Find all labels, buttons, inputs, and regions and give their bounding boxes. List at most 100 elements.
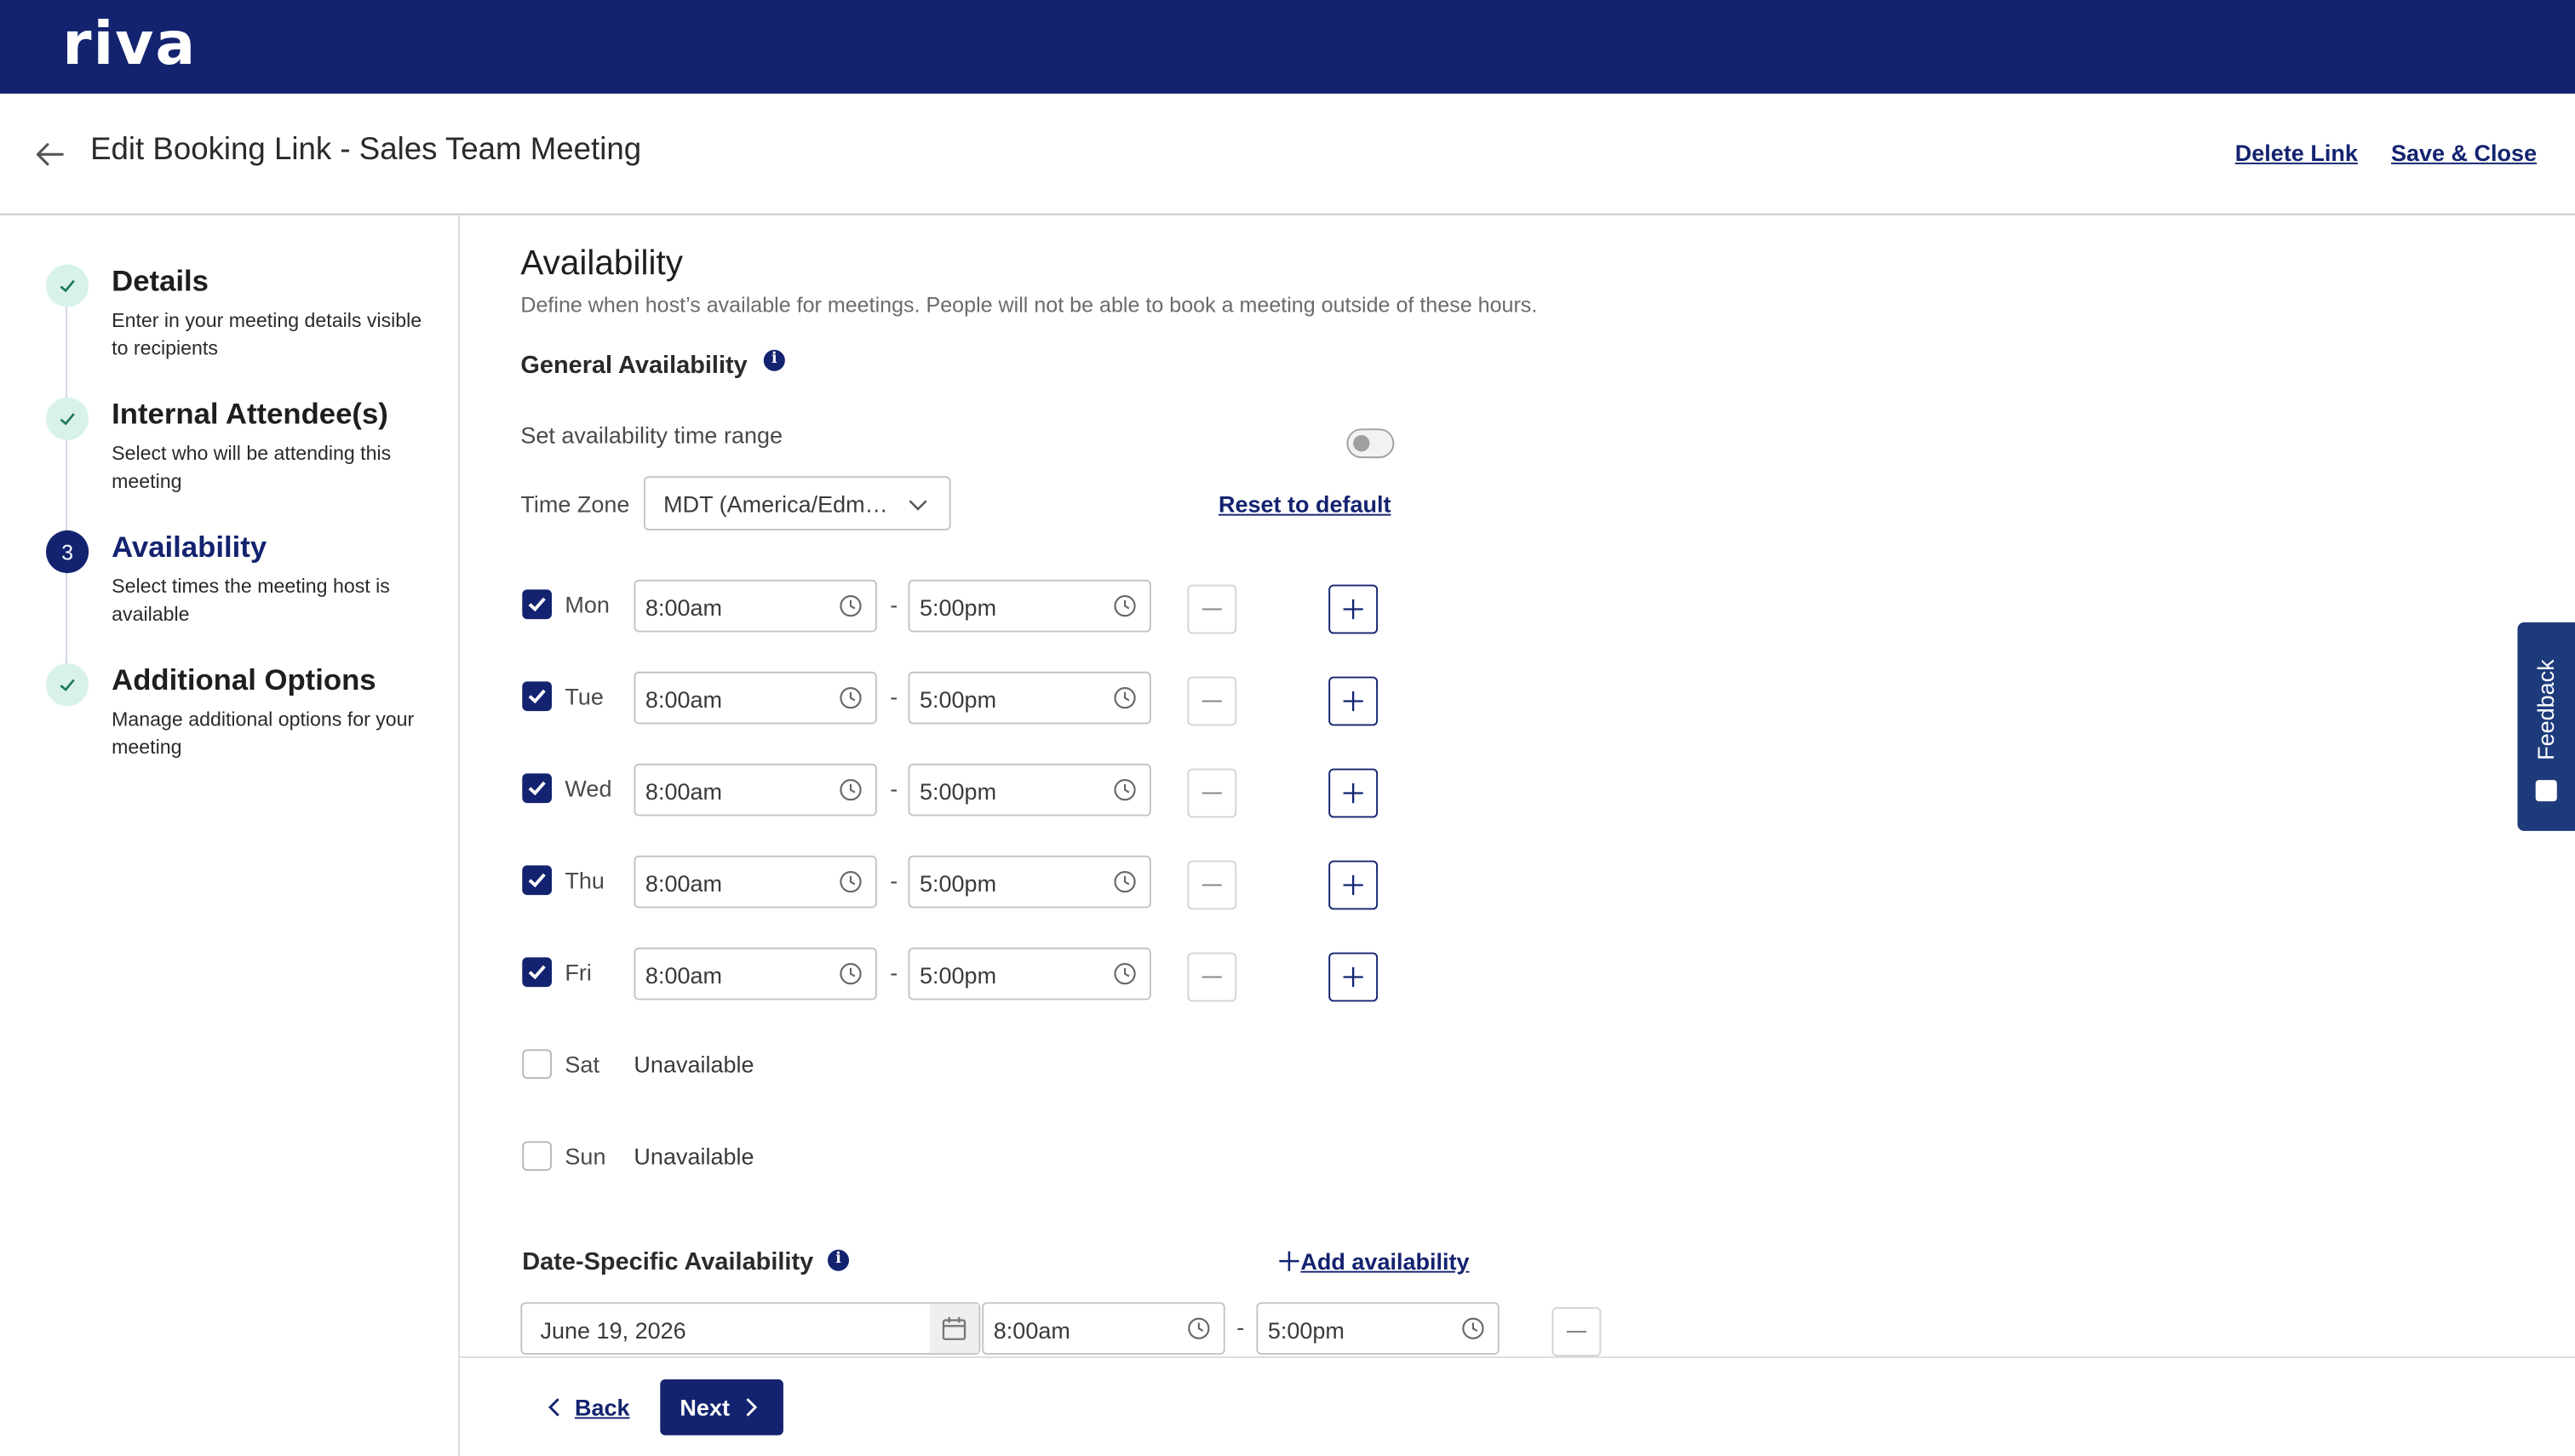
remove-range-button[interactable]	[1187, 952, 1237, 1002]
footer-bar: Back Next	[459, 1356, 2575, 1456]
top-bar: riva	[0, 0, 2575, 94]
day-checkbox[interactable]	[522, 589, 552, 620]
clock-icon	[840, 595, 862, 617]
time-range-label: Set availability time range	[520, 421, 783, 449]
end-time-input[interactable]: 5:00pm	[908, 855, 1151, 909]
day-label: Fri	[565, 959, 592, 986]
step-number: 3	[45, 530, 89, 574]
remove-range-button[interactable]	[1187, 768, 1237, 818]
minus-icon	[1201, 608, 1222, 610]
add-range-button[interactable]	[1328, 768, 1379, 818]
step-connector	[66, 439, 68, 532]
general-availability-heading: General Availability	[520, 351, 748, 380]
timezone-select[interactable]: MDT (America/Edm…	[643, 476, 951, 530]
range-separator: -	[890, 867, 898, 894]
reset-to-default-link[interactable]: Reset to default	[1219, 491, 1391, 518]
start-time-input[interactable]: 8:00am	[634, 671, 877, 725]
end-time-input[interactable]: 5:00pm	[908, 579, 1151, 633]
date-specific-row: 8:00am - 5:00pm	[520, 1302, 1602, 1358]
app-root: riva Edit Booking Link - Sales Team Meet…	[0, 0, 2575, 1456]
day-label: Mon	[565, 591, 610, 618]
day-checkbox[interactable]	[522, 773, 552, 804]
step-title: Additional Options	[112, 663, 376, 696]
chevron-down-icon	[909, 500, 927, 511]
clock-icon	[840, 871, 862, 893]
timezone-label: Time Zone	[520, 490, 630, 518]
end-time-input[interactable]: 5:00pm	[908, 763, 1151, 817]
day-row-tue: Tue 8:00am - 5:00pm	[520, 671, 1440, 728]
range-separator: -	[890, 775, 898, 802]
checkbox-check-icon	[528, 597, 546, 612]
end-time-value: 5:00pm	[919, 594, 997, 621]
next-label: Next	[680, 1394, 730, 1421]
add-range-button[interactable]	[1328, 584, 1379, 634]
checkbox-check-icon	[528, 965, 546, 980]
start-time-input[interactable]: 8:00am	[634, 947, 877, 1000]
start-time-value: 8:00am	[645, 594, 722, 621]
remove-range-button[interactable]	[1187, 584, 1237, 634]
start-time-input[interactable]: 8:00am	[634, 579, 877, 633]
toggle-knob	[1353, 435, 1370, 452]
info-icon[interactable]: i	[827, 1249, 850, 1271]
info-icon[interactable]: i	[763, 349, 785, 371]
feedback-label: Feedback	[2532, 659, 2559, 760]
checkbox-check-icon	[528, 781, 546, 796]
page-title: Edit Booking Link - Sales Team Meeting	[90, 133, 642, 168]
clock-icon	[1462, 1317, 1484, 1339]
start-time-input[interactable]: 8:00am	[634, 763, 877, 817]
day-row-wed: Wed 8:00am - 5:00pm	[520, 763, 1440, 820]
day-checkbox[interactable]	[522, 1141, 552, 1172]
remove-range-button[interactable]	[1187, 676, 1237, 726]
minus-icon	[1201, 884, 1222, 886]
start-time-value: 8:00am	[645, 870, 722, 897]
back-button[interactable]: Back	[545, 1394, 630, 1420]
end-time-input[interactable]: 5:00pm	[1256, 1302, 1500, 1356]
start-time-input[interactable]: 8:00am	[982, 1302, 1225, 1356]
clock-icon	[840, 779, 862, 801]
check-icon	[45, 663, 89, 707]
unavailable-text: Unavailable	[634, 1051, 754, 1078]
clock-icon	[840, 687, 862, 709]
end-time-value: 5:00pm	[919, 870, 997, 897]
feedback-icon	[2535, 780, 2557, 802]
start-time-value: 8:00am	[993, 1316, 1070, 1344]
minus-icon	[1566, 1331, 1586, 1333]
end-time-input[interactable]: 5:00pm	[908, 671, 1151, 725]
add-availability-button[interactable]: Add availability	[1277, 1248, 1469, 1275]
minus-icon	[1201, 792, 1222, 794]
save-close-button[interactable]: Save & Close	[2391, 140, 2537, 166]
step-title: Availability	[112, 530, 267, 564]
step-description: Select times the meeting host is availab…	[112, 574, 390, 626]
end-time-input[interactable]: 5:00pm	[908, 947, 1151, 1000]
check-icon	[45, 264, 89, 307]
clock-icon	[1114, 779, 1136, 801]
clock-icon	[1114, 687, 1136, 709]
day-checkbox[interactable]	[522, 957, 552, 988]
remove-range-button[interactable]	[1187, 860, 1237, 910]
add-range-button[interactable]	[1328, 860, 1379, 910]
add-availability-label: Add availability	[1300, 1247, 1470, 1275]
section-heading: Availability	[520, 244, 683, 283]
back-arrow-icon[interactable]	[33, 138, 66, 171]
next-button[interactable]: Next	[660, 1379, 783, 1436]
day-row-fri: Fri 8:00am - 5:00pm	[520, 947, 1440, 1004]
start-time-value: 8:00am	[645, 778, 722, 805]
feedback-tab[interactable]: Feedback	[2517, 622, 2575, 831]
time-range-toggle[interactable]	[1346, 428, 1395, 459]
remove-date-range-button[interactable]	[1551, 1307, 1602, 1356]
day-checkbox[interactable]	[522, 865, 552, 896]
riva-logo[interactable]: riva	[62, 12, 197, 78]
clock-icon	[1114, 595, 1136, 617]
start-time-input[interactable]: 8:00am	[634, 855, 877, 909]
start-time-value: 8:00am	[645, 686, 722, 713]
day-checkbox[interactable]	[522, 681, 552, 712]
add-range-button[interactable]	[1328, 952, 1379, 1002]
section-subtitle: Define when host’s available for meeting…	[520, 292, 1538, 318]
step-title: Details	[112, 264, 209, 298]
day-checkbox[interactable]	[522, 1049, 552, 1080]
delete-link-button[interactable]: Delete Link	[2235, 140, 2358, 166]
plus-icon	[1343, 874, 1363, 896]
range-separator: -	[1236, 1313, 1245, 1340]
minus-icon	[1201, 976, 1222, 978]
add-range-button[interactable]	[1328, 676, 1379, 726]
